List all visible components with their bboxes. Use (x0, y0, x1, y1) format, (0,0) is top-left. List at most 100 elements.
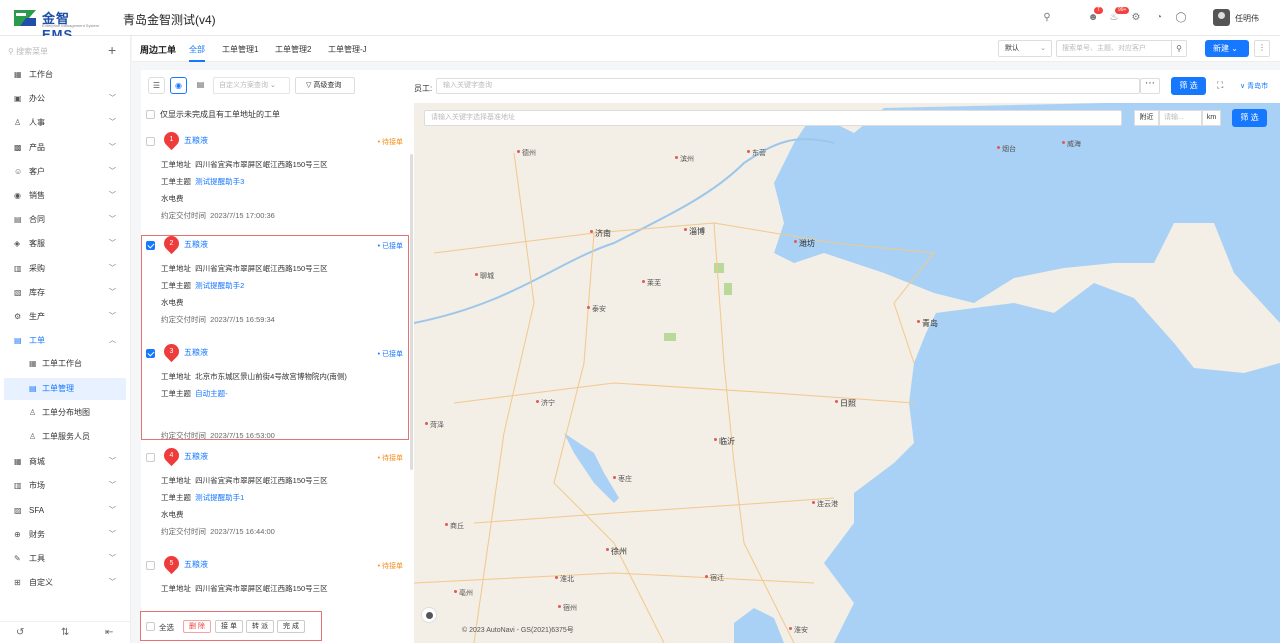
app-logo[interactable]: 金智 EMS Enterprise Management System (12, 8, 102, 42)
bell-icon[interactable]: ♨ 99+ (1108, 7, 1130, 24)
avatar[interactable] (1213, 9, 1230, 26)
chevron-down-icon: ﹀ (109, 216, 116, 224)
select-all-label[interactable]: 全选 (159, 622, 174, 633)
order-search-button[interactable]: ⚲ (1171, 40, 1187, 57)
calendar-view-icon[interactable]: ▤ (192, 77, 209, 94)
search-icon[interactable]: ⚲ (1041, 12, 1053, 24)
user-name[interactable]: 任明伟 (1235, 13, 1259, 24)
sidebar-item-people[interactable]: ♙ 人事 ﹀ (0, 113, 131, 133)
subject-link[interactable]: 测试提醒助手1 (195, 493, 244, 502)
staff-filter-button[interactable]: 筛 选 (1171, 77, 1206, 95)
sidebar-item-service[interactable]: ◈ 客服 ﹀ (0, 234, 131, 254)
sidebar-item-mall[interactable]: ▦ 商城 ﹀ (0, 452, 131, 472)
user-message-icon[interactable]: ☻ 7 (1087, 7, 1103, 24)
staff-search-input[interactable]: 输入关键字查询 (436, 78, 1140, 94)
sidebar-item-finance[interactable]: ⊕ 财务 ﹀ (0, 525, 131, 545)
sidebar-item-office[interactable]: ▣ 办公 ﹀ (0, 89, 131, 109)
row-checkbox[interactable] (146, 453, 155, 462)
map-pin-view-icon[interactable]: ◉ (170, 77, 187, 94)
add-menu-icon[interactable]: + (108, 42, 116, 58)
sidebar-item-customer[interactable]: ☺ 客户 ﹀ (0, 162, 131, 182)
checkbox-box[interactable] (146, 110, 155, 120)
order-search-input[interactable]: 搜索单号、主题、对应客户 (1056, 40, 1172, 57)
city-selector[interactable]: ∨ 青岛市 (1240, 81, 1268, 91)
map-city-label: 济南 (590, 229, 611, 238)
sidebar-subitem-3[interactable]: ♙ 工单服务人员 (0, 426, 131, 448)
subject-link[interactable]: 测试提醒助手3 (195, 177, 244, 186)
only-incomplete-checkbox[interactable]: 仅显示未完成且有工单地址的工单 (146, 109, 280, 120)
advanced-search-button[interactable]: ▽ 高级查询 (295, 77, 355, 94)
workbench-icon: ▦ (29, 359, 37, 369)
sidebar-item-sales[interactable]: ◉ 销售 ﹀ (0, 186, 131, 206)
sidebar-subitem-1[interactable]: ▤ 工单管理 (4, 377, 126, 400)
sidebar-item-label: 自定义 (29, 578, 53, 588)
sort-select[interactable]: 默认 ⌄ (998, 40, 1052, 57)
map-city-label: 菏泽 (425, 422, 444, 429)
chevron-down-icon: ﹀ (109, 264, 116, 272)
customer-name[interactable]: 五粮液 (184, 559, 208, 570)
lake-hongze (734, 608, 784, 643)
accept-button[interactable]: 接 单 (215, 620, 243, 633)
row-checkbox[interactable] (146, 561, 155, 570)
help-icon[interactable]: ◯ (1175, 12, 1187, 24)
list-view-icon[interactable]: ☰ (148, 77, 165, 94)
custom-scheme-select[interactable]: 自定义方案查询 ⌄ (213, 77, 290, 94)
chevron-down-icon: ﹀ (109, 506, 116, 514)
locate-icon[interactable] (421, 607, 437, 623)
map-search-input[interactable]: 请输入关键字选择基准地址 (424, 110, 1122, 126)
chevron-down-icon: ﹀ (109, 313, 116, 320)
purchase-icon: ▥ (14, 263, 22, 273)
sidebar-item-product[interactable]: ▩ 产品 ﹀ (0, 138, 131, 158)
sidebar-item-purchase[interactable]: ▥ 采购 ﹀ (0, 259, 131, 279)
sidebar-item-workorder[interactable]: ▤ 工单 ︿ (0, 331, 131, 351)
near-distance-input[interactable]: 请输... (1159, 110, 1202, 126)
sidebar-item-label: 办公 (29, 94, 45, 104)
chevron-down-icon: ⌄ (269, 82, 276, 89)
sidebar-item-dashboard[interactable]: ▦ 工作台 (0, 65, 131, 85)
settings-sliders-icon[interactable]: ⇅ (61, 627, 69, 638)
complete-button[interactable]: 完 成 (277, 620, 305, 633)
tab-all[interactable]: 全部 (189, 44, 205, 55)
tab-workorder-1[interactable]: 工单管理1 (222, 44, 258, 55)
more-icon[interactable]: ⋮ (1254, 40, 1270, 57)
chart-icon[interactable]: ◔ (1153, 12, 1165, 24)
city-label: 青岛市 (1247, 83, 1269, 90)
tab-workorder-2[interactable]: 工单管理2 (275, 44, 311, 55)
sidebar-item-custom[interactable]: ⊞ 自定义 ﹀ (0, 573, 131, 593)
time-value: 2023/7/15 17:00:36 (210, 211, 275, 220)
sidebar-item-inventory[interactable]: ▧ 库存 ﹀ (0, 283, 131, 303)
transfer-button[interactable]: 转 派 (246, 620, 274, 633)
new-button[interactable]: 新建 ⌄ (1205, 40, 1249, 57)
sidebar-item-tools[interactable]: ✎ 工具 ﹀ (0, 549, 131, 569)
sidebar-item-sfa[interactable]: ▨ SFA ﹀ (0, 501, 131, 521)
map-copyright: © 2023 AutoNavi - GS(2021)6375号 (462, 627, 574, 634)
map-view[interactable]: 德州 滨州 东营 烟台 威海 济南 淄博 潍坊 聊城 泰安 青岛 济宁 临沂 日照 枣庄 徐州 连云港 宿迁 商丘淮… (414, 103, 1280, 643)
sidebar-subitem-2[interactable]: ♙ 工单分布地图 (0, 402, 131, 424)
gear-icon[interactable]: ⚙ (1130, 12, 1142, 24)
order-search-placeholder: 搜索单号、主题、对应客户 (1062, 45, 1146, 52)
sidebar-item-label: 财务 (29, 529, 45, 539)
customer-icon: ☺ (14, 166, 23, 176)
staff-label: 员工: (414, 84, 433, 93)
collapse-menu-icon[interactable]: ⇤ (105, 627, 113, 638)
tab-workorder-j[interactable]: 工单管理-J (328, 44, 367, 55)
address-value: 四川省宜宾市翠屏区岷江西路150号三区 (195, 476, 328, 485)
row-checkbox[interactable] (146, 137, 155, 146)
sidebar-item-production[interactable]: ⚙ 生产 ﹀ (0, 307, 131, 327)
map-filter-button[interactable]: 筛 选 (1232, 109, 1267, 127)
customer-name[interactable]: 五粮液 (184, 135, 208, 146)
customer-name[interactable]: 五粮液 (184, 451, 208, 462)
sidebar-item-label: 商城 (29, 457, 45, 467)
delete-button[interactable]: 删 除 (183, 620, 211, 633)
production-icon: ⚙ (14, 312, 22, 321)
map-city-label: 商丘 (445, 523, 464, 530)
history-icon[interactable]: ↺ (16, 627, 24, 638)
sidebar-item-market[interactable]: ▥ 市场 ﹀ (0, 476, 131, 496)
menu-search-input[interactable]: ⚲ 搜索菜单 (8, 44, 103, 60)
sidebar-subitem-0[interactable]: ▦ 工单工作台 (0, 353, 131, 375)
more-options-icon[interactable]: ⋯ (1140, 78, 1160, 94)
fullscreen-icon[interactable]: ⛶ (1217, 80, 1223, 91)
sidebar-item-contract[interactable]: ▤ 合同 ﹀ (0, 210, 131, 230)
list-scrollbar[interactable] (410, 154, 413, 470)
select-all-checkbox[interactable] (146, 622, 155, 631)
